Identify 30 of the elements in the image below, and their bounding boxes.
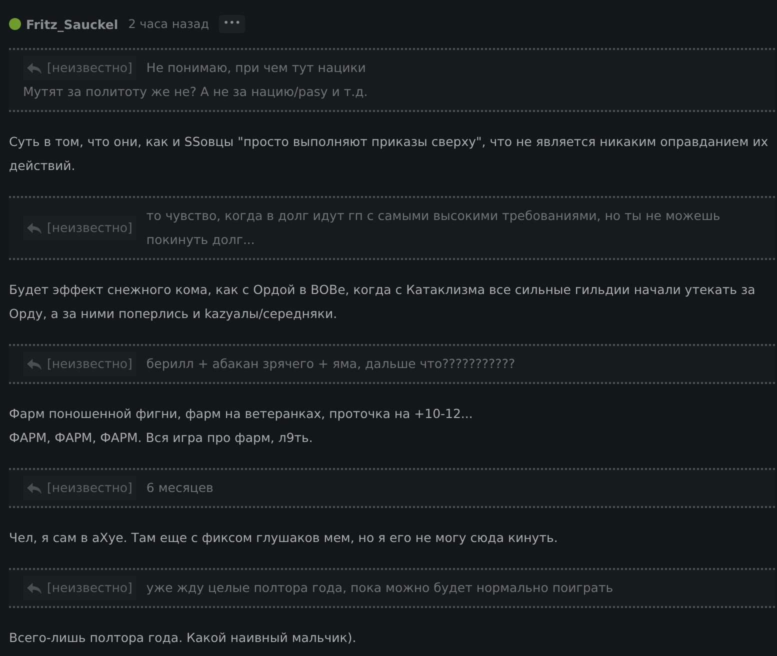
- source-label: [неизвестно]: [47, 355, 132, 373]
- author-link[interactable]: Fritz_Sauckel: [26, 16, 118, 32]
- reply-icon: [27, 222, 42, 234]
- comment-text: Суть в том, что они, как и SSовцы "просто выполняют приказы сверху", что не является никаким оправданием их действий.: [9, 133, 770, 175]
- source-label: [неизвестно]: [47, 59, 132, 77]
- comment-text: Фарм поношенной фигни, фарм на ветеранках, проточка на +10-12...: [9, 405, 474, 423]
- quote-text: Мутят за политоту же не? А не за нацию/pasy и т.д.: [23, 83, 369, 101]
- reply-icon: [27, 62, 42, 74]
- comment-text: Чел, я сам в аХуе. Там еще с фиксом глушаков мем, но я его не могу сюда кинуть.: [9, 529, 559, 547]
- quote-text: уже жду целые полтора года, пока можно будет нормально поиграть: [146, 579, 614, 597]
- reply-icon: [27, 482, 42, 494]
- quote-text: 6 месяцев: [146, 479, 214, 497]
- reply-icon: [27, 358, 42, 370]
- more-button[interactable]: •••: [219, 15, 245, 33]
- source-label: [неизвестно]: [47, 579, 132, 597]
- quote-source-link[interactable]: [неизвестно]: [23, 352, 136, 376]
- quote-text: Не понимаю, при чем тут нацики: [146, 59, 367, 77]
- quote-text: берилл + абакан зрячего + яма, дальше что???????????: [146, 355, 516, 373]
- comment-text: Будет эффект снежного кома, как с Ордой в ВОВе, когда с Катаклизма все сильные гильдии начали утекать за Орду, а за ними поперлись и kazyалы/середняки.: [9, 281, 756, 323]
- quote-source-link[interactable]: [неизвестно]: [23, 56, 136, 80]
- post-time: 2 часа назад: [128, 17, 210, 31]
- comment-text: Всего-лишь полтора года. Какой наивный мальчик).: [9, 629, 358, 647]
- quote-text: то чувство, когда в долг идут гп с самыми высокими требованиями, но ты не можешь покинуть долг...: [146, 207, 722, 249]
- quote-source-link[interactable]: [неизвестно]: [23, 576, 136, 600]
- reply-icon: [27, 582, 42, 594]
- quote-source-link[interactable]: [неизвестно]: [23, 476, 136, 500]
- source-label: [неизвестно]: [47, 219, 132, 237]
- source-label: [неизвестно]: [47, 479, 132, 497]
- quote-source-link[interactable]: [неизвестно]: [23, 216, 136, 240]
- comment-text: ФАРМ, ФАРМ, ФАРМ. Вся игра про фарм, л9ть.: [9, 429, 314, 447]
